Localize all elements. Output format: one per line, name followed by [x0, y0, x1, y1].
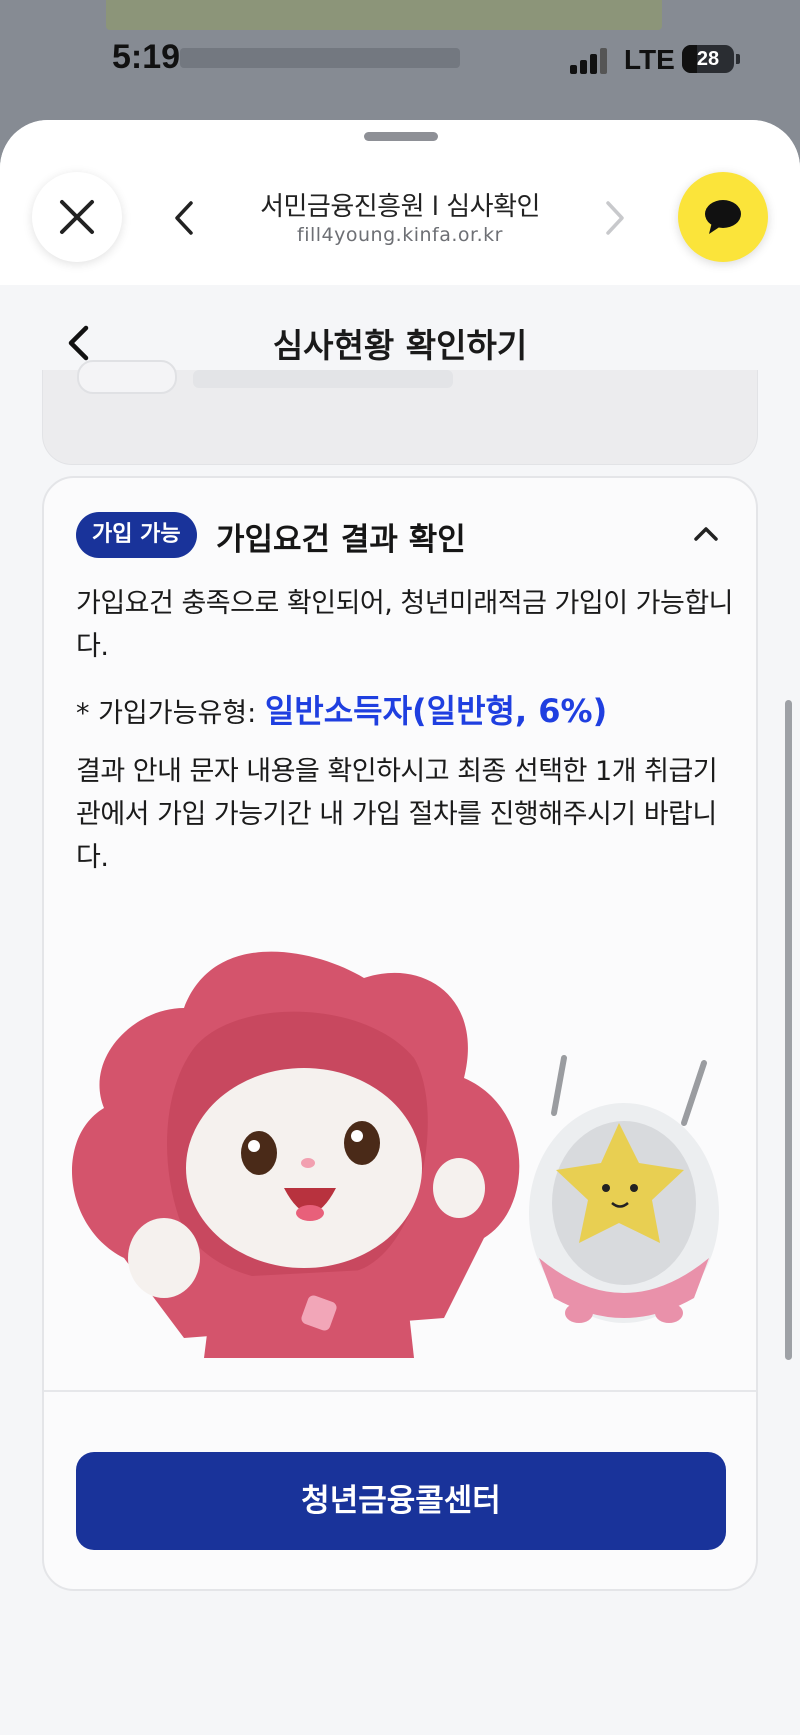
card-divider	[44, 1390, 756, 1392]
card-title: 가입요건 결과 확인	[216, 522, 466, 558]
chevron-up-icon	[694, 527, 718, 541]
status-badge: 가입 가능	[76, 512, 197, 558]
browser-back-button[interactable]	[164, 190, 204, 246]
youth-finance-call-center-button[interactable]: 청년금융콜센터	[76, 1452, 726, 1550]
chevron-right-icon	[606, 201, 624, 235]
result-message: 가입요건 충족으로 확인되어, 청년미래적금 가입이 가능합니다.	[76, 588, 734, 662]
network-type: LTE	[624, 44, 675, 75]
cellular-signal-icon	[570, 48, 608, 74]
star-pod-character	[529, 1055, 719, 1323]
browser-header: 서민금융진흥원 l 심사확인 fill4young.kinfa.or.kr	[0, 120, 800, 285]
speech-bubble-icon	[705, 200, 741, 234]
collapse-button[interactable]	[684, 512, 728, 556]
guide-message: 결과 안내 문자 내용을 확인하시고 최종 선택한 1개 취급기관에서 가입 가…	[76, 756, 718, 873]
scrollbar[interactable]	[785, 700, 792, 1360]
result-card: 가입 가능 가입요건 결과 확인 가입요건 충족으로 확인되어, 청년미래적금 …	[42, 476, 758, 1591]
close-button[interactable]	[32, 172, 122, 262]
chevron-left-icon	[175, 201, 193, 235]
bottom-sheet: 서민금융진흥원 l 심사확인 fill4young.kinfa.or.kr 심사…	[0, 120, 800, 1735]
battery-level: 28	[696, 48, 720, 70]
eligible-type-value: 일반소득자(일반형, 6%)	[264, 692, 608, 730]
close-icon	[60, 200, 94, 234]
eligible-type-label: * 가입가능유형:	[76, 698, 265, 729]
page-title: 심사현황 확인하기	[272, 326, 528, 365]
browser-title: 서민금융진흥원 l 심사확인	[260, 192, 540, 222]
chevron-left-icon	[68, 325, 89, 361]
eligible-type-line: * 가입가능유형: 일반소득자(일반형, 6%)	[76, 686, 736, 732]
browser-url: fill4young.kinfa.or.kr	[297, 224, 503, 246]
sheet-grabber[interactable]	[364, 132, 438, 141]
status-bar: 5:19 LTE 28	[0, 0, 800, 120]
mascot-illustration	[71, 951, 719, 1358]
previous-step-title	[193, 370, 453, 388]
battery-icon: 28	[682, 45, 740, 73]
chat-button[interactable]	[678, 172, 768, 262]
previous-step-card[interactable]	[42, 360, 758, 465]
browser-forward-button[interactable]	[595, 190, 635, 246]
status-time: 5:19	[112, 38, 181, 76]
mascot-character	[71, 951, 520, 1358]
previous-step-badge	[77, 360, 177, 394]
